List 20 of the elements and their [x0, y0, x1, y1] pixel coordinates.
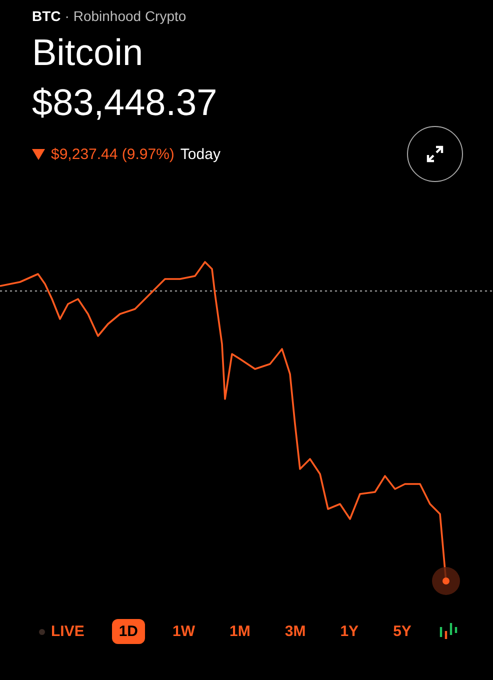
range-tab[interactable]: 1Y [333, 619, 366, 644]
candlestick-chart-button[interactable] [438, 622, 459, 640]
range-tab[interactable]: 1W [166, 619, 202, 644]
range-tab[interactable]: 3M [278, 619, 313, 644]
asset-name: Bitcoin [32, 32, 144, 74]
range-tab[interactable]: 5Y [386, 619, 418, 644]
range-tab[interactable]: 1M [222, 619, 258, 644]
expand-icon [426, 145, 444, 163]
down-triangle-icon [32, 148, 45, 160]
change-period: Today [180, 146, 220, 162]
current-price-marker [432, 567, 460, 595]
ticker-symbol: BTC [32, 8, 61, 24]
live-tab[interactable]: LIVE [32, 619, 92, 644]
candlestick-icon [438, 622, 459, 640]
range-tab[interactable]: 1D [112, 619, 146, 644]
expand-button[interactable] [407, 126, 463, 182]
price-change: $9,237.44 (9.97%) [51, 146, 174, 162]
live-dot-icon [39, 628, 45, 634]
exchange-name: · Robinhood Crypto [64, 8, 186, 24]
asset-price: $83,448.37 [32, 82, 218, 124]
